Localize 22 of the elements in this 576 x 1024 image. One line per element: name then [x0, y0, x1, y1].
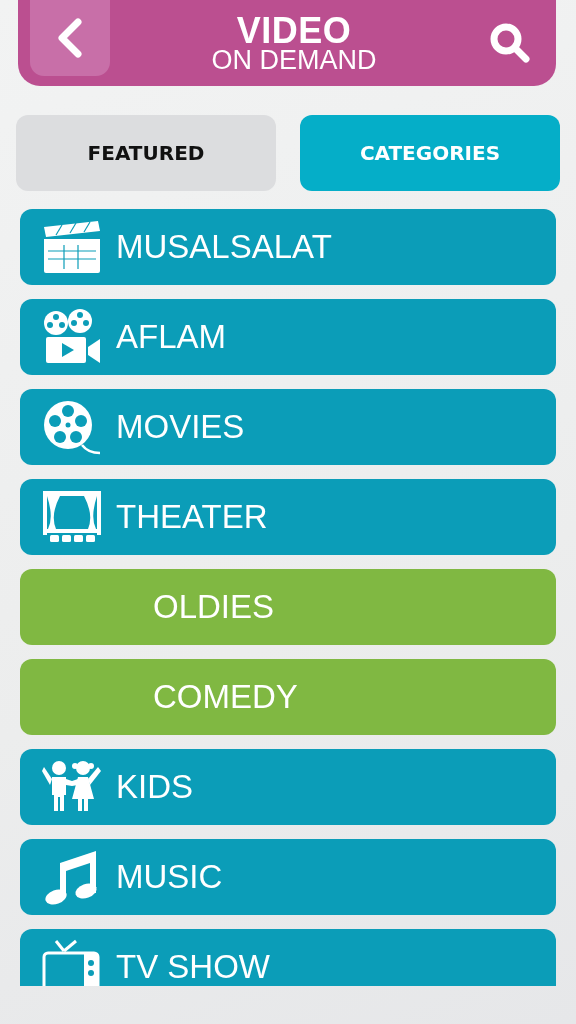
tab[interactable]: FEATURED	[16, 115, 276, 191]
category-button[interactable]: OLDIES	[20, 569, 556, 645]
category-button[interactable]: TV SHOW	[20, 929, 556, 986]
category-button[interactable]: THEATER	[20, 479, 556, 555]
back-icon	[56, 18, 84, 58]
header-subtitle: ON DEMAND	[211, 46, 377, 74]
category-button[interactable]: MUSIC	[20, 839, 556, 915]
search-button[interactable]	[488, 21, 532, 65]
television-icon	[42, 939, 102, 986]
film-reel-icon	[42, 399, 102, 455]
header-title: VIDEO	[236, 12, 352, 49]
category-button[interactable]: MOVIES	[20, 389, 556, 465]
category-button[interactable]: AFLAM	[20, 299, 556, 375]
category-button[interactable]: MUSALSALAT	[20, 209, 556, 285]
category-button[interactable]: COMEDY	[20, 659, 556, 735]
category-button[interactable]: KIDS	[20, 749, 556, 825]
clapperboard-icon	[42, 219, 102, 275]
theater-stage-icon	[42, 489, 102, 545]
tab[interactable]: CATEGORIES	[300, 115, 560, 191]
search-icon	[488, 21, 532, 65]
movie-camera-icon	[42, 309, 102, 365]
back-button[interactable]	[30, 0, 110, 76]
